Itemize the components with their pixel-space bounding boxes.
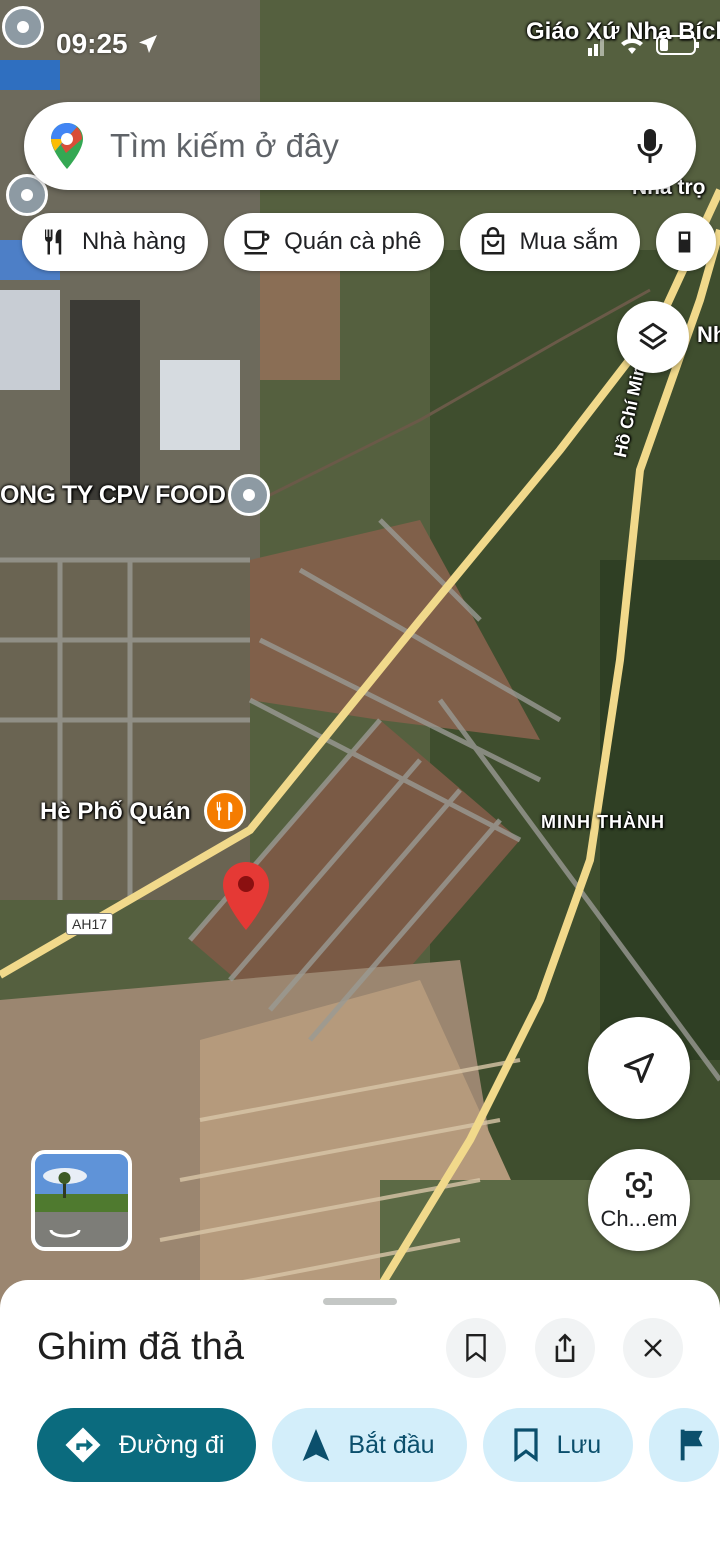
save-icon-button[interactable] — [446, 1318, 506, 1378]
lens-button[interactable]: Ch...em — [588, 1149, 690, 1251]
label-button[interactable] — [649, 1408, 720, 1482]
lens-button-label: Ch...em — [600, 1206, 678, 1231]
save-button[interactable]: Lưu — [482, 1408, 634, 1482]
location-arrow-icon — [138, 35, 157, 53]
close-icon — [644, 1339, 662, 1357]
satellite-imagery — [0, 0, 720, 1320]
bookmark-icon — [513, 1428, 538, 1462]
chip-shopping[interactable]: Mua sắm — [459, 213, 641, 271]
chip-gas-station[interactable] — [656, 213, 717, 271]
restaurant-icon — [45, 229, 62, 255]
directions-button[interactable]: Đường đi — [37, 1408, 257, 1482]
category-chips: Nhà hàng Quán cà phê Mua sắm — [22, 213, 717, 271]
clock: 09:25 — [56, 28, 128, 59]
status-icons — [588, 34, 700, 56]
map-label-company[interactable]: ONG TY CPV FOOD — [0, 481, 226, 510]
directions-icon — [65, 1427, 101, 1463]
flag-icon — [680, 1429, 703, 1461]
chip-label: Mua sắm — [519, 228, 619, 255]
coffee-icon — [244, 230, 270, 255]
route-shield: AH17 — [66, 913, 114, 935]
share-button[interactable] — [535, 1318, 595, 1378]
search-input[interactable]: Tìm kiếm ở đây — [110, 127, 630, 165]
shopping-bag-icon — [481, 227, 504, 255]
chip-restaurants[interactable]: Nhà hàng — [22, 213, 209, 271]
chip-label: Quán cà phê — [284, 228, 422, 255]
battery-icon — [656, 35, 699, 55]
street-view-thumbnail[interactable] — [31, 1150, 132, 1251]
navigation-arrow-icon — [624, 1053, 654, 1083]
close-button[interactable] — [623, 1318, 683, 1378]
layers-button[interactable] — [617, 301, 689, 373]
layers-icon — [638, 322, 668, 350]
share-icon — [555, 1333, 575, 1362]
start-label: Bắt đầu — [348, 1430, 435, 1459]
bottom-sheet[interactable]: Ghim đã thả Đường đi Bắt đầu Lưu — [0, 1280, 720, 1559]
signal-icon — [588, 39, 604, 56]
sheet-drag-handle[interactable] — [323, 1298, 397, 1305]
sheet-title: Ghim đã thả — [37, 1326, 244, 1368]
microphone-icon[interactable] — [630, 126, 670, 166]
poi-company-marker-icon[interactable] — [228, 474, 270, 516]
chip-coffee[interactable]: Quán cà phê — [224, 213, 444, 271]
save-label: Lưu — [556, 1430, 602, 1459]
map-label-partial-right[interactable]: Nh — [697, 322, 720, 348]
my-location-button[interactable] — [588, 1017, 690, 1119]
poi-marker-icon[interactable] — [2, 6, 44, 48]
action-buttons: Đường đi Bắt đầu Lưu — [37, 1408, 720, 1482]
street-view-image — [35, 1154, 128, 1247]
gas-station-icon — [678, 231, 691, 253]
start-button[interactable]: Bắt đầu — [272, 1408, 467, 1482]
chip-label: Nhà hàng — [82, 228, 187, 255]
search-bar[interactable]: Tìm kiếm ở đây — [24, 102, 696, 190]
restaurant-marker-icon[interactable] — [204, 790, 246, 832]
bookmark-icon — [466, 1333, 486, 1363]
google-maps-logo-icon — [51, 123, 83, 169]
dropped-pin-icon[interactable] — [220, 860, 272, 932]
map-view[interactable]: Giáo Xứ Nha Bích Nhà trọ Nh ONG TY CPV F… — [0, 0, 720, 1320]
directions-label: Đường đi — [119, 1430, 225, 1459]
map-label-area: MINH THÀNH — [541, 812, 665, 832]
map-label-restaurant[interactable]: Hè Phố Quán — [40, 798, 191, 826]
wifi-icon — [621, 38, 643, 54]
camera-lens-icon — [626, 1172, 652, 1198]
status-bar-time: 09:25 — [56, 28, 160, 60]
navigation-icon — [303, 1429, 330, 1461]
